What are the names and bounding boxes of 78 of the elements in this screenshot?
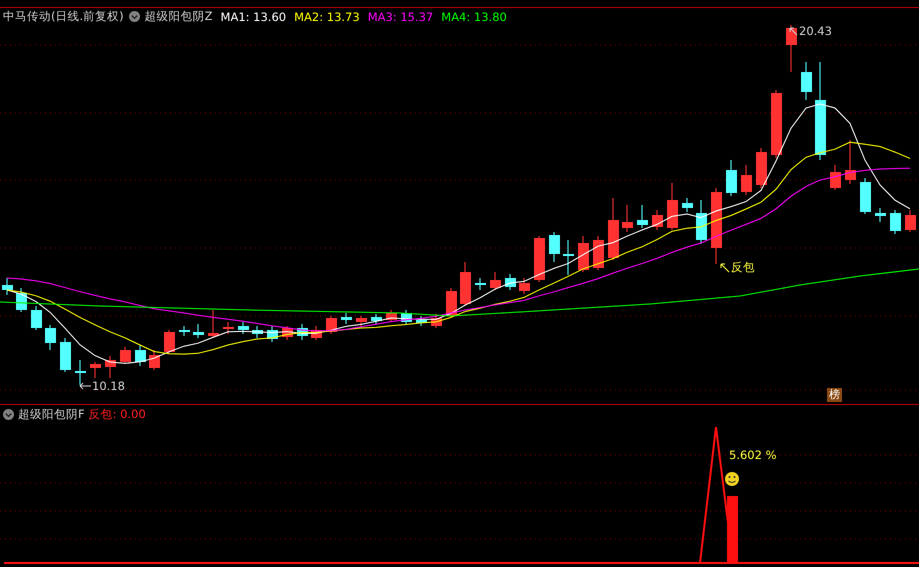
candlestick: [164, 330, 175, 354]
candlestick: [860, 178, 871, 214]
candlestick: [667, 182, 678, 230]
candlestick: [801, 62, 812, 100]
candlestick: [741, 164, 752, 196]
candlestick: [519, 278, 530, 294]
candlestick: [637, 204, 648, 228]
candlestick: [756, 148, 767, 188]
candlestick: [386, 310, 397, 322]
high-price-label: 20.43: [789, 24, 832, 38]
candlestick: [475, 278, 486, 290]
candlestick: [682, 198, 693, 212]
candlestick: [401, 310, 412, 326]
candlestick: [2, 278, 13, 296]
candlestick: [297, 324, 308, 340]
candlestick: [120, 346, 131, 364]
candlestick: [549, 232, 560, 262]
candlestick: [238, 322, 249, 334]
candlestick: [726, 160, 737, 196]
dropdown-icon[interactable]: [3, 408, 14, 420]
candlestick: [771, 90, 782, 158]
candlestick: [593, 236, 604, 270]
arrow-icon: [720, 262, 730, 272]
candlestick: [60, 338, 71, 372]
candlestick: [696, 200, 707, 244]
candlestick: [416, 316, 427, 326]
stock-title: 中马传动(日线.前复权): [3, 9, 124, 24]
candlestick: [356, 316, 367, 326]
candlestick: [105, 356, 116, 378]
candlestick: [282, 326, 293, 340]
moving-average-value: MA4: 13.80: [441, 10, 507, 24]
candlestick: [460, 262, 471, 306]
candlestick: [875, 208, 886, 222]
smiley-icon: [725, 472, 739, 486]
arrow-icon: [79, 382, 91, 390]
candlestick: [786, 25, 797, 72]
candlestick: [149, 350, 160, 370]
candlestick: [890, 210, 901, 234]
candlestick: [208, 310, 219, 338]
candlestick: [371, 314, 382, 324]
candlestick: [505, 274, 516, 290]
candlestick: [90, 362, 101, 378]
candlestick: [446, 288, 457, 318]
candlestick: [563, 240, 574, 276]
candlestick: [622, 204, 633, 232]
candlestick: [845, 140, 856, 184]
candlestick: [45, 324, 56, 350]
candlestick: [490, 272, 501, 290]
candlestick: [830, 164, 841, 190]
candlestick: [223, 322, 234, 334]
candlestick: [578, 236, 589, 272]
candlestick: [608, 198, 619, 260]
signal-label: 反包: [720, 260, 755, 275]
candlestick: [193, 324, 204, 338]
moving-average-value: MA3: 15.37: [368, 10, 434, 24]
dropdown-icon[interactable]: [128, 11, 140, 22]
candlestick: [135, 344, 146, 366]
ranking-badge[interactable]: 榜: [827, 388, 842, 402]
low-price-label: 10.18: [79, 379, 125, 393]
moving-average-value: MA2: 13.73: [294, 10, 360, 24]
moving-average-value: MA1: 13.60: [220, 10, 286, 24]
indicator-name: 超级阳包阴F: [18, 406, 85, 422]
candlestick: [75, 360, 86, 386]
candlestick: [179, 326, 190, 336]
candlestick: [431, 314, 442, 328]
candlestick: [652, 210, 663, 230]
candlestick: [534, 236, 545, 282]
candlestick: [31, 306, 42, 330]
indicator-name: 超级阳包阴Z: [144, 9, 213, 24]
candlestick: [252, 326, 263, 338]
candlestick: [905, 210, 916, 232]
candlestick: [16, 288, 27, 312]
percent-label: 5.602 %: [729, 448, 777, 462]
arrow-icon: [789, 26, 798, 36]
series-value: 反包: 0.00: [88, 406, 146, 422]
candlestick: [267, 326, 278, 342]
candlestick: [341, 312, 352, 324]
candlestick: [311, 326, 322, 340]
